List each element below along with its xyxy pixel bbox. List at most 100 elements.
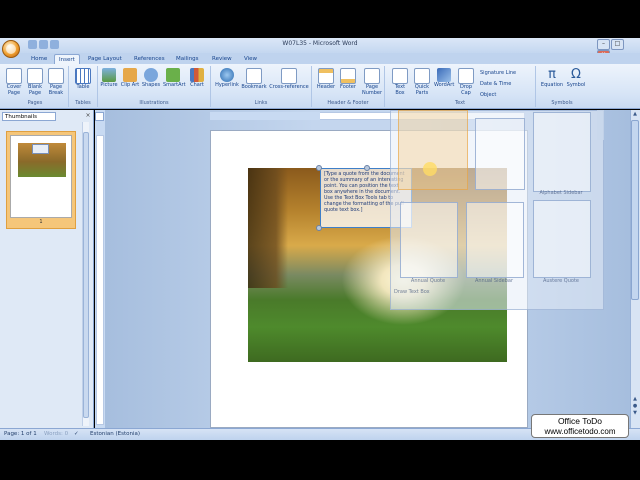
button-label: Header bbox=[316, 84, 336, 90]
page-break-button[interactable]: Page Break bbox=[46, 68, 66, 96]
tab-references[interactable]: References bbox=[130, 54, 169, 64]
equation-button[interactable]: π Equation bbox=[540, 68, 564, 89]
blank-page-icon bbox=[27, 68, 43, 84]
signature-line-button[interactable]: Signature Line bbox=[480, 68, 534, 79]
gallery-hover-highlight bbox=[398, 110, 468, 190]
tab-mailings[interactable]: Mailings bbox=[172, 54, 203, 64]
thumbnail-textbox bbox=[32, 144, 49, 154]
cover-page-icon bbox=[6, 68, 22, 84]
date-time-button[interactable]: Date & Time bbox=[480, 79, 534, 90]
ruler-toggle-button[interactable] bbox=[95, 112, 104, 121]
gallery-item-annual-quote[interactable] bbox=[400, 202, 458, 278]
button-label: WordArt bbox=[434, 82, 455, 88]
picture-button[interactable]: Picture bbox=[99, 68, 119, 89]
thumbnails-scroll-thumb[interactable] bbox=[83, 132, 89, 418]
draw-text-box-item[interactable]: Draw Text Box bbox=[394, 289, 474, 295]
page-number-button[interactable]: Page Number bbox=[360, 68, 384, 96]
shapes-button[interactable]: Shapes bbox=[141, 68, 161, 89]
tree-trunk-shade bbox=[248, 168, 288, 288]
button-label: Drop Cap bbox=[459, 84, 473, 96]
cross-reference-button[interactable]: Cross-reference bbox=[268, 68, 310, 91]
button-label: Text Box bbox=[394, 84, 406, 96]
watermark-url: www.officetodo.com bbox=[544, 427, 616, 436]
picture-icon bbox=[102, 68, 116, 82]
thumbnails-dropdown[interactable]: Thumbnails bbox=[2, 112, 56, 121]
bookmark-icon bbox=[246, 68, 262, 84]
word-count[interactable]: Words: 0 bbox=[44, 429, 68, 440]
gallery-item-austere-quote[interactable] bbox=[533, 200, 591, 278]
group-label: Links bbox=[254, 100, 268, 106]
clip-art-icon bbox=[123, 68, 137, 82]
page-count[interactable]: Page: 1 of 1 bbox=[4, 429, 37, 440]
tab-page-layout[interactable]: Page Layout bbox=[84, 54, 126, 64]
button-label: Chart bbox=[190, 82, 204, 88]
button-label: Page Number bbox=[361, 84, 383, 96]
gallery-item-alphabet-sidebar[interactable] bbox=[533, 112, 591, 192]
drop-cap-button[interactable]: Drop Cap bbox=[456, 68, 476, 96]
hyperlink-button[interactable]: Hyperlink bbox=[214, 68, 240, 89]
resize-handle[interactable] bbox=[316, 165, 322, 171]
horizontal-ruler-margin bbox=[210, 112, 320, 120]
object-button[interactable]: Object bbox=[480, 90, 534, 101]
office-todo-watermark: Office ToDo www.officetodo.com bbox=[531, 414, 629, 438]
button-label: Picture bbox=[100, 82, 118, 88]
tab-home[interactable]: Home bbox=[27, 54, 51, 64]
button-label: Table bbox=[76, 84, 90, 90]
group-label: Illustrations bbox=[139, 100, 169, 106]
page-number-icon bbox=[364, 68, 380, 84]
quick-parts-button[interactable]: Quick Parts bbox=[412, 68, 432, 96]
resize-handle[interactable] bbox=[364, 165, 370, 171]
clip-art-button[interactable]: Clip Art bbox=[120, 68, 140, 89]
group-label: Tables bbox=[75, 100, 91, 106]
chart-button[interactable]: Chart bbox=[187, 68, 207, 89]
ribbon-tabs: Home Insert Page Layout References Maili… bbox=[0, 53, 640, 65]
pi-icon: π bbox=[548, 67, 556, 82]
proofing-icon[interactable]: ✓ bbox=[74, 429, 79, 440]
button-label: Quick Parts bbox=[414, 84, 430, 96]
blank-page-button[interactable]: Blank Page bbox=[25, 68, 45, 96]
button-label: Symbol bbox=[566, 82, 586, 88]
tab-view[interactable]: View bbox=[240, 54, 261, 64]
maximize-button[interactable]: □ bbox=[611, 39, 624, 50]
vertical-scroll-thumb[interactable] bbox=[631, 120, 639, 300]
quick-parts-icon bbox=[414, 68, 430, 84]
vertical-ruler-scale[interactable] bbox=[96, 135, 104, 425]
gallery-item-annual-sidebar[interactable] bbox=[466, 202, 524, 278]
smartart-icon bbox=[166, 68, 180, 82]
gallery-label: Austere Quote bbox=[542, 278, 580, 284]
close-icon[interactable]: × bbox=[84, 112, 92, 120]
cross-reference-icon bbox=[281, 68, 297, 84]
smartart-button[interactable]: SmartArt bbox=[163, 68, 186, 89]
language-indicator[interactable]: Estonian (Estonia) bbox=[90, 429, 140, 440]
globe-icon bbox=[220, 68, 234, 82]
header-button[interactable]: Header bbox=[316, 68, 336, 91]
select-browse-object-icon[interactable]: ● bbox=[632, 403, 638, 409]
scroll-up-icon[interactable]: ▲ bbox=[632, 111, 638, 117]
table-button[interactable]: Table bbox=[73, 68, 93, 91]
chart-icon bbox=[190, 68, 204, 82]
cover-page-button[interactable]: Cover Page bbox=[4, 68, 24, 96]
button-label: Blank Page bbox=[28, 84, 42, 96]
button-label: Equation bbox=[540, 82, 564, 88]
text-box-button[interactable]: Text Box bbox=[390, 68, 410, 96]
previous-page-icon[interactable]: ▲ bbox=[632, 396, 638, 402]
mouse-cursor-highlight bbox=[423, 162, 437, 176]
button-label: Footer bbox=[340, 84, 356, 90]
symbol-button[interactable]: Ω Symbol bbox=[565, 68, 587, 89]
gallery-scrollbar[interactable] bbox=[597, 110, 604, 140]
wordart-button[interactable]: WordArt bbox=[434, 68, 454, 89]
tab-review[interactable]: Review bbox=[208, 54, 236, 64]
gallery-item[interactable] bbox=[475, 118, 525, 190]
bookmark-button[interactable]: Bookmark bbox=[241, 68, 267, 91]
resize-handle[interactable] bbox=[316, 225, 322, 231]
minimize-button[interactable]: – bbox=[597, 39, 610, 50]
button-label: Shapes bbox=[141, 82, 161, 88]
next-page-icon[interactable]: ▼ bbox=[632, 410, 638, 416]
thumbnail-page-number: 1 bbox=[39, 219, 43, 225]
button-label: Hyperlink bbox=[215, 82, 239, 88]
footer-button[interactable]: Footer bbox=[338, 68, 358, 91]
window-title: W07L35 - Microsoft Word bbox=[282, 40, 358, 47]
button-label: Cover Page bbox=[6, 84, 22, 96]
group-label: Header & Footer bbox=[327, 100, 369, 106]
omega-icon: Ω bbox=[571, 67, 581, 82]
